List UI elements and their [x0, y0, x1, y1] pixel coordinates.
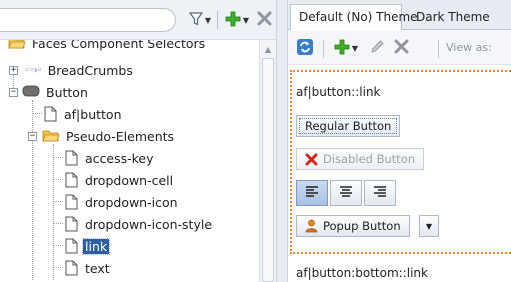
scroll-up-arrow-icon[interactable]: ▲ [260, 42, 276, 56]
add-selector-button[interactable]: ▼ [222, 8, 252, 32]
toolbar-separator [217, 11, 218, 29]
refresh-icon [296, 38, 314, 59]
tree-node-label: text [85, 260, 110, 276]
scrollbar-thumb[interactable] [262, 58, 274, 282]
button-icon [22, 85, 40, 100]
tree-node-label: BreadCrumbs [47, 62, 133, 78]
remove-property-button[interactable] [390, 36, 412, 60]
tab-dark-theme[interactable]: Dark Theme [408, 4, 511, 30]
align-right-button[interactable] [364, 180, 396, 206]
tree-node-dropdown-icon[interactable]: dropdown-icon [65, 191, 180, 213]
pencil-icon [369, 39, 385, 58]
folder-open-icon [8, 40, 26, 52]
file-icon [65, 150, 78, 166]
refresh-button[interactable] [294, 36, 316, 60]
disabled-button-label: Disabled Button [323, 152, 416, 166]
regular-button[interactable]: Regular Button [296, 115, 401, 137]
file-icon [65, 172, 78, 188]
tree-node-link[interactable]: link [65, 235, 111, 257]
component-selector-pane: ▼ ▼ Faces Component Selectors + ◦◦›◦ Bre… [0, 0, 276, 282]
tree-connector [53, 267, 63, 268]
tree-connector [53, 144, 54, 280]
toolbar-separator [323, 40, 324, 58]
component-preview: af|button::link Regular Button Disabled … [288, 68, 511, 282]
align-center-button[interactable] [330, 180, 362, 206]
search-input[interactable] [0, 8, 176, 32]
vertical-scrollbar[interactable]: ▲ [259, 40, 276, 282]
tree-connector [53, 157, 63, 158]
gray-x-icon [257, 11, 272, 29]
file-icon [65, 238, 78, 254]
red-x-icon [305, 153, 318, 166]
tree-node-access-key[interactable]: access-key [65, 147, 156, 169]
tree-connector [53, 179, 63, 180]
tree-node-dropdown-cell[interactable]: dropdown-cell [65, 169, 175, 191]
tree-node-breadcrumbs[interactable]: ◦◦›◦ BreadCrumbs [24, 59, 135, 81]
collapse-toggle[interactable]: − [28, 132, 37, 141]
preview-toolbar: ▼ View as: [288, 31, 511, 65]
tree-connector [32, 113, 42, 114]
pane-splitter[interactable] [276, 0, 288, 282]
align-left-icon [305, 185, 319, 201]
tree-node-label: Faces Component Selectors [32, 40, 206, 51]
tree-node-button[interactable]: Button [22, 81, 90, 103]
green-plus-icon [225, 11, 241, 30]
folder-open-icon [42, 128, 60, 145]
filter-button[interactable]: ▼ [186, 8, 214, 32]
expand-toggle[interactable]: + [9, 66, 18, 75]
disabled-button: Disabled Button [296, 148, 425, 170]
tree-node-label: af|button [64, 106, 122, 122]
green-plus-icon [334, 39, 350, 58]
file-icon [44, 106, 57, 122]
selector-label: af|button:bottom::link [296, 266, 428, 280]
tree-node-label: Button [46, 84, 88, 100]
collapse-toggle[interactable]: − [9, 88, 18, 97]
tree-node-label: access-key [85, 150, 154, 166]
tree-node-af-button[interactable]: af|button [44, 103, 124, 125]
chevron-down-icon: ▼ [204, 15, 212, 25]
toolbar-separator [438, 40, 439, 58]
regular-button-label: Regular Button [305, 119, 392, 133]
edit-button[interactable] [366, 36, 388, 60]
remove-selector-button[interactable] [254, 8, 274, 32]
theme-preview-pane: Default (No) Theme Dark Theme ▼ View as:… [288, 0, 511, 282]
tree-node-label: dropdown-icon [85, 194, 178, 210]
align-left-button[interactable] [296, 180, 328, 206]
theme-tabs: Default (No) Theme Dark Theme [288, 0, 511, 30]
file-icon [65, 194, 78, 210]
selector-label: af|button::link [296, 85, 381, 99]
tree-node-faces-component-selectors[interactable]: Faces Component Selectors [8, 40, 207, 54]
align-center-icon [339, 185, 353, 201]
popup-button-label: Popup Button [323, 219, 401, 233]
chevron-down-icon[interactable]: ▼ [419, 215, 439, 237]
align-right-icon [373, 185, 387, 201]
selector-tree: Faces Component Selectors + ◦◦›◦ BreadCr… [0, 40, 259, 282]
tree-node-label: Pseudo-Elements [66, 128, 175, 144]
funnel-icon [188, 11, 204, 29]
tree-connector [32, 100, 33, 280]
user-icon [305, 219, 318, 233]
add-property-button[interactable]: ▼ [330, 36, 362, 60]
selector-toolbar: ▼ ▼ [0, 0, 276, 40]
tree-node-label: link [81, 237, 111, 255]
tree-connector [53, 201, 63, 202]
file-icon [65, 260, 78, 276]
tree-connector [53, 223, 63, 224]
chevron-down-icon: ▼ [242, 15, 250, 25]
breadcrumbs-icon: ◦◦›◦ [24, 64, 43, 76]
tree-node-dropdown-icon-style[interactable]: dropdown-icon-style [65, 213, 214, 235]
tree-node-label: dropdown-icon-style [85, 216, 213, 232]
view-as-label: View as: [446, 41, 492, 54]
file-icon [65, 216, 78, 232]
gray-x-icon [394, 39, 409, 57]
tree-connector [53, 245, 63, 246]
tree-node-pseudo-elements[interactable]: Pseudo-Elements [42, 125, 176, 147]
tree-node-text[interactable]: text [65, 257, 112, 279]
popup-button[interactable]: Popup Button [296, 215, 410, 237]
tab-default-theme[interactable]: Default (No) Theme [290, 4, 418, 30]
tree-node-label: dropdown-cell [85, 172, 174, 188]
chevron-down-icon: ▼ [351, 43, 359, 53]
